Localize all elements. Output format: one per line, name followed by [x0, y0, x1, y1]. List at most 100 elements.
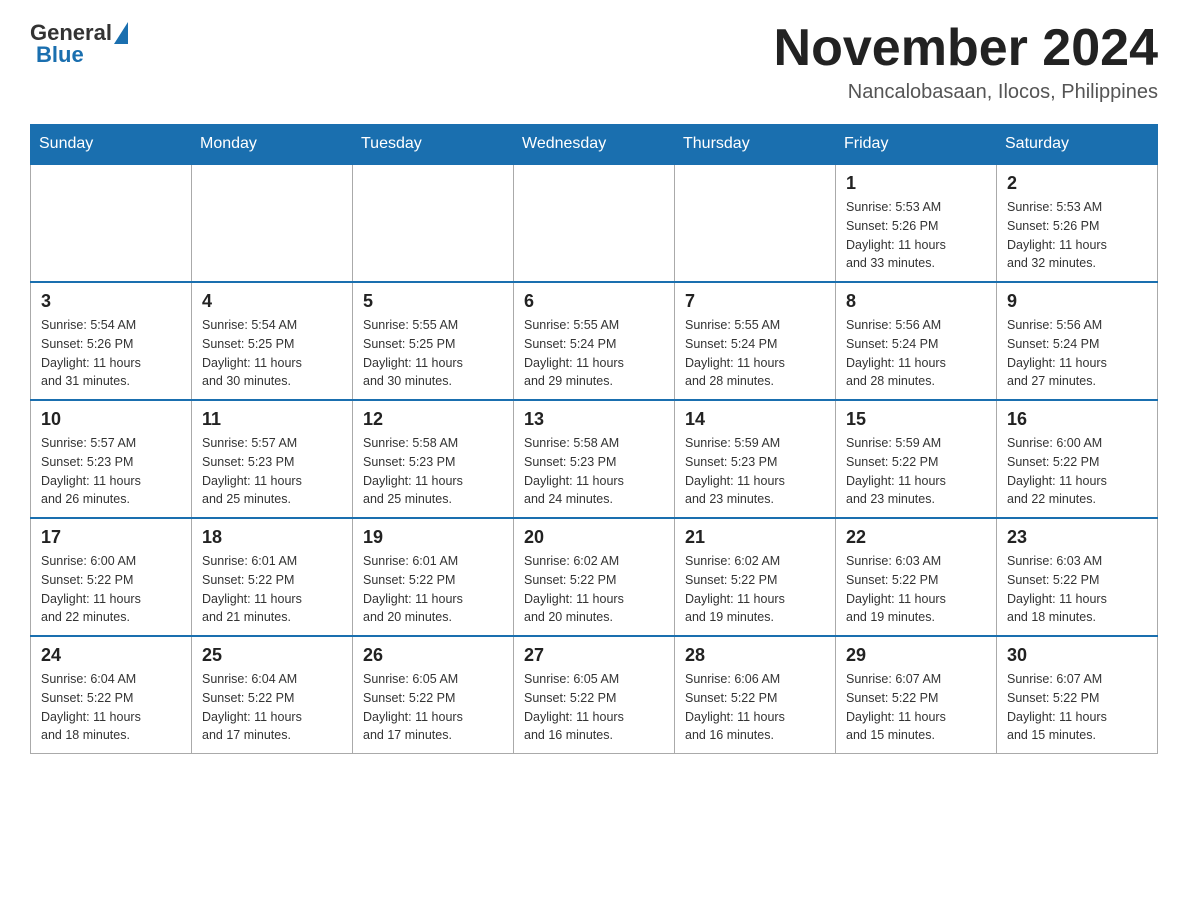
- day-number: 3: [41, 291, 181, 312]
- page-header: General Blue November 2024 Nancalobasaan…: [30, 20, 1158, 104]
- day-info: Sunrise: 6:07 AM Sunset: 5:22 PM Dayligh…: [1007, 670, 1147, 745]
- day-number: 30: [1007, 645, 1147, 666]
- day-number: 24: [41, 645, 181, 666]
- calendar-cell: 9 Sunrise: 5:56 AM Sunset: 5:24 PM Daylig…: [997, 282, 1158, 400]
- day-info: Sunrise: 5:55 AM Sunset: 5:24 PM Dayligh…: [685, 316, 825, 391]
- week-row-5: 24 Sunrise: 6:04 AM Sunset: 5:22 PM Dayli…: [31, 636, 1158, 754]
- day-number: 21: [685, 527, 825, 548]
- calendar-cell: 21 Sunrise: 6:02 AM Sunset: 5:22 PM Dayli…: [675, 518, 836, 636]
- day-info: Sunrise: 5:56 AM Sunset: 5:24 PM Dayligh…: [1007, 316, 1147, 391]
- day-info: Sunrise: 5:55 AM Sunset: 5:25 PM Dayligh…: [363, 316, 503, 391]
- day-number: 7: [685, 291, 825, 312]
- calendar-cell: 3 Sunrise: 5:54 AM Sunset: 5:26 PM Daylig…: [31, 282, 192, 400]
- calendar-cell: 15 Sunrise: 5:59 AM Sunset: 5:22 PM Dayli…: [836, 400, 997, 518]
- day-info: Sunrise: 6:02 AM Sunset: 5:22 PM Dayligh…: [685, 552, 825, 627]
- title-area: November 2024 Nancalobasaan, Ilocos, Phi…: [774, 20, 1158, 104]
- day-info: Sunrise: 5:53 AM Sunset: 5:26 PM Dayligh…: [846, 198, 986, 273]
- week-row-2: 3 Sunrise: 5:54 AM Sunset: 5:26 PM Daylig…: [31, 282, 1158, 400]
- day-number: 14: [685, 409, 825, 430]
- week-row-3: 10 Sunrise: 5:57 AM Sunset: 5:23 PM Dayli…: [31, 400, 1158, 518]
- calendar-cell: 24 Sunrise: 6:04 AM Sunset: 5:22 PM Dayli…: [31, 636, 192, 754]
- calendar-cell: 30 Sunrise: 6:07 AM Sunset: 5:22 PM Dayli…: [997, 636, 1158, 754]
- logo-triangle-icon: [114, 22, 128, 44]
- day-number: 18: [202, 527, 342, 548]
- day-number: 12: [363, 409, 503, 430]
- calendar-cell: 19Sunrise: 6:01 AM Sunset: 5:22 PM Dayli…: [353, 518, 514, 636]
- calendar-cell: 17 Sunrise: 6:00 AM Sunset: 5:22 PM Dayli…: [31, 518, 192, 636]
- day-number: 22: [846, 527, 986, 548]
- day-number: 19: [363, 527, 503, 548]
- calendar-cell: 5Sunrise: 5:55 AM Sunset: 5:25 PM Daylig…: [353, 282, 514, 400]
- month-title: November 2024: [774, 20, 1158, 77]
- day-info: Sunrise: 6:00 AM Sunset: 5:22 PM Dayligh…: [41, 552, 181, 627]
- day-number: 1: [846, 173, 986, 194]
- calendar-cell: 25 Sunrise: 6:04 AM Sunset: 5:22 PM Dayli…: [192, 636, 353, 754]
- day-info: Sunrise: 5:57 AM Sunset: 5:23 PM Dayligh…: [41, 434, 181, 509]
- week-row-4: 17 Sunrise: 6:00 AM Sunset: 5:22 PM Dayli…: [31, 518, 1158, 636]
- day-info: Sunrise: 6:01 AM Sunset: 5:22 PM Dayligh…: [202, 552, 342, 627]
- calendar-cell: 22Sunrise: 6:03 AM Sunset: 5:22 PM Dayli…: [836, 518, 997, 636]
- day-number: 20: [524, 527, 664, 548]
- calendar-cell: [31, 164, 192, 282]
- day-info: Sunrise: 5:56 AM Sunset: 5:24 PM Dayligh…: [846, 316, 986, 391]
- calendar-cell: 11 Sunrise: 5:57 AM Sunset: 5:23 PM Dayli…: [192, 400, 353, 518]
- day-info: Sunrise: 6:05 AM Sunset: 5:22 PM Dayligh…: [363, 670, 503, 745]
- day-number: 17: [41, 527, 181, 548]
- weekday-header-row: SundayMondayTuesdayWednesdayThursdayFrid…: [31, 125, 1158, 165]
- calendar-cell: [353, 164, 514, 282]
- location-text: Nancalobasaan, Ilocos, Philippines: [774, 81, 1158, 104]
- day-number: 23: [1007, 527, 1147, 548]
- week-row-1: 1 Sunrise: 5:53 AM Sunset: 5:26 PM Daylig…: [31, 164, 1158, 282]
- weekday-header-sunday: Sunday: [31, 125, 192, 165]
- logo-blue-text: Blue: [36, 42, 84, 68]
- day-info: Sunrise: 5:53 AM Sunset: 5:26 PM Dayligh…: [1007, 198, 1147, 273]
- day-info: Sunrise: 6:05 AM Sunset: 5:22 PM Dayligh…: [524, 670, 664, 745]
- day-number: 11: [202, 409, 342, 430]
- calendar-cell: 1 Sunrise: 5:53 AM Sunset: 5:26 PM Daylig…: [836, 164, 997, 282]
- calendar-cell: 29 Sunrise: 6:07 AM Sunset: 5:22 PM Dayli…: [836, 636, 997, 754]
- day-number: 25: [202, 645, 342, 666]
- day-info: Sunrise: 5:58 AM Sunset: 5:23 PM Dayligh…: [524, 434, 664, 509]
- calendar-cell: 2Sunrise: 5:53 AM Sunset: 5:26 PM Daylig…: [997, 164, 1158, 282]
- day-number: 16: [1007, 409, 1147, 430]
- day-number: 10: [41, 409, 181, 430]
- day-info: Sunrise: 6:04 AM Sunset: 5:22 PM Dayligh…: [202, 670, 342, 745]
- calendar-cell: 16Sunrise: 6:00 AM Sunset: 5:22 PM Dayli…: [997, 400, 1158, 518]
- calendar-cell: 13Sunrise: 5:58 AM Sunset: 5:23 PM Dayli…: [514, 400, 675, 518]
- day-number: 8: [846, 291, 986, 312]
- weekday-header-saturday: Saturday: [997, 125, 1158, 165]
- weekday-header-monday: Monday: [192, 125, 353, 165]
- calendar-cell: 18 Sunrise: 6:01 AM Sunset: 5:22 PM Dayli…: [192, 518, 353, 636]
- day-info: Sunrise: 5:59 AM Sunset: 5:22 PM Dayligh…: [846, 434, 986, 509]
- calendar-cell: 23 Sunrise: 6:03 AM Sunset: 5:22 PM Dayli…: [997, 518, 1158, 636]
- calendar-cell: 8 Sunrise: 5:56 AM Sunset: 5:24 PM Daylig…: [836, 282, 997, 400]
- calendar-cell: 28Sunrise: 6:06 AM Sunset: 5:22 PM Dayli…: [675, 636, 836, 754]
- calendar-table: SundayMondayTuesdayWednesdayThursdayFrid…: [30, 124, 1158, 754]
- day-info: Sunrise: 5:58 AM Sunset: 5:23 PM Dayligh…: [363, 434, 503, 509]
- day-info: Sunrise: 6:03 AM Sunset: 5:22 PM Dayligh…: [1007, 552, 1147, 627]
- logo: General Blue: [30, 20, 128, 68]
- calendar-cell: [514, 164, 675, 282]
- day-info: Sunrise: 5:54 AM Sunset: 5:25 PM Dayligh…: [202, 316, 342, 391]
- day-number: 29: [846, 645, 986, 666]
- calendar-cell: [192, 164, 353, 282]
- calendar-cell: 14 Sunrise: 5:59 AM Sunset: 5:23 PM Dayli…: [675, 400, 836, 518]
- calendar-cell: 10 Sunrise: 5:57 AM Sunset: 5:23 PM Dayli…: [31, 400, 192, 518]
- day-number: 15: [846, 409, 986, 430]
- weekday-header-wednesday: Wednesday: [514, 125, 675, 165]
- calendar-cell: 4Sunrise: 5:54 AM Sunset: 5:25 PM Daylig…: [192, 282, 353, 400]
- day-number: 27: [524, 645, 664, 666]
- day-info: Sunrise: 6:02 AM Sunset: 5:22 PM Dayligh…: [524, 552, 664, 627]
- day-info: Sunrise: 6:07 AM Sunset: 5:22 PM Dayligh…: [846, 670, 986, 745]
- day-info: Sunrise: 5:54 AM Sunset: 5:26 PM Dayligh…: [41, 316, 181, 391]
- day-number: 9: [1007, 291, 1147, 312]
- calendar-cell: 12 Sunrise: 5:58 AM Sunset: 5:23 PM Dayli…: [353, 400, 514, 518]
- day-info: Sunrise: 5:59 AM Sunset: 5:23 PM Dayligh…: [685, 434, 825, 509]
- calendar-cell: 7 Sunrise: 5:55 AM Sunset: 5:24 PM Daylig…: [675, 282, 836, 400]
- calendar-cell: 26Sunrise: 6:05 AM Sunset: 5:22 PM Dayli…: [353, 636, 514, 754]
- day-info: Sunrise: 6:04 AM Sunset: 5:22 PM Dayligh…: [41, 670, 181, 745]
- day-info: Sunrise: 5:55 AM Sunset: 5:24 PM Dayligh…: [524, 316, 664, 391]
- calendar-cell: 20 Sunrise: 6:02 AM Sunset: 5:22 PM Dayli…: [514, 518, 675, 636]
- weekday-header-thursday: Thursday: [675, 125, 836, 165]
- day-info: Sunrise: 5:57 AM Sunset: 5:23 PM Dayligh…: [202, 434, 342, 509]
